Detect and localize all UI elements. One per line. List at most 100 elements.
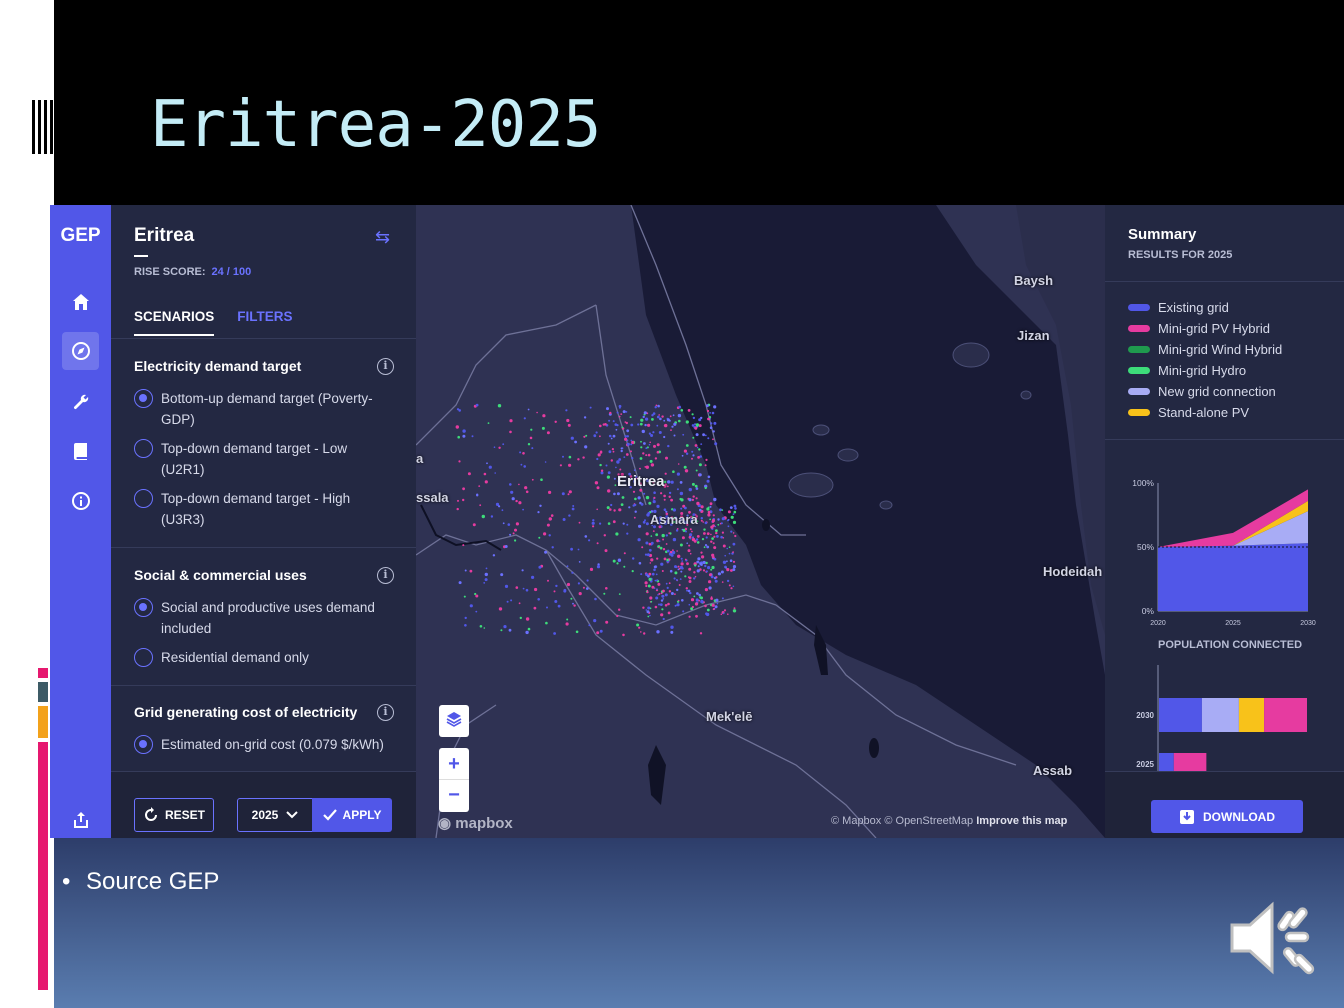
settlement-dot <box>675 579 678 581</box>
settlement-dot <box>501 509 504 512</box>
settlement-dot <box>721 597 724 600</box>
y-tick-label: 50% <box>1137 542 1154 552</box>
radio-option[interactable]: Top-down demand target - High (U3R3) <box>134 488 394 530</box>
layers-button[interactable] <box>439 705 469 737</box>
settlement-dot <box>652 500 656 504</box>
settlement-dot <box>658 592 661 595</box>
tab-filters[interactable]: FILTERS <box>237 309 292 336</box>
settlement-dot <box>593 434 597 438</box>
settlement-dot <box>657 582 661 586</box>
radio-button-selected[interactable] <box>134 735 153 754</box>
settlement-dot <box>484 480 488 484</box>
settlement-dot <box>640 446 643 449</box>
tab-scenarios[interactable]: SCENARIOS <box>134 309 215 336</box>
settlement-dot <box>616 614 619 618</box>
swap-country-icon[interactable]: ⇆ <box>375 227 390 248</box>
settlement-dot <box>612 434 616 438</box>
gep-logo[interactable]: GEP <box>50 225 111 247</box>
settlement-dot <box>637 538 641 542</box>
year-select[interactable]: 2025 <box>237 798 313 832</box>
info-icon[interactable]: i <box>377 704 394 721</box>
radio-option[interactable]: Residential demand only <box>134 647 394 668</box>
share-icon[interactable] <box>62 801 99 838</box>
info-icon[interactable]: i <box>377 358 394 375</box>
settlement-dot <box>616 411 619 414</box>
panel-footer: RESET 2025 APPLY <box>111 771 416 838</box>
settlement-dot <box>645 447 648 450</box>
zoom-in-button[interactable]: + <box>439 748 469 780</box>
settlement-dot <box>659 603 663 606</box>
accent-bar-teal <box>38 682 48 702</box>
home-icon[interactable] <box>62 283 99 321</box>
settlement-dot <box>720 535 723 539</box>
radio-button[interactable] <box>134 648 153 667</box>
settlement-dot <box>664 604 668 607</box>
settlement-dot <box>678 584 681 586</box>
zoom-out-button[interactable]: − <box>439 780 469 812</box>
improve-map-link[interactable]: Improve this map <box>976 815 1067 827</box>
settlement-dot <box>661 594 665 598</box>
settlement-dot <box>675 421 677 424</box>
mapbox-logo[interactable]: ◉ mapbox <box>438 814 513 832</box>
settlement-dot <box>687 409 691 412</box>
layers-icon <box>446 712 462 727</box>
settlement-dot <box>732 513 735 515</box>
settlement-dot <box>676 588 679 592</box>
settlement-dot <box>708 586 712 590</box>
reset-button[interactable]: RESET <box>134 798 214 832</box>
settlement-dot <box>520 463 523 466</box>
radio-button-selected[interactable] <box>134 389 153 408</box>
info-icon[interactable]: i <box>377 567 394 584</box>
download-button[interactable]: DOWNLOAD <box>1151 800 1303 833</box>
map-attribution: © Mapbox © OpenStreetMap Improve this ma… <box>831 815 1067 827</box>
wrench-icon[interactable] <box>62 383 99 421</box>
settlement-dot <box>476 494 479 497</box>
settlement-dot <box>638 626 641 629</box>
settlement-dot <box>730 587 733 590</box>
settlement-dot <box>716 602 719 605</box>
settlement-dot <box>726 568 730 572</box>
settlement-dot <box>504 545 508 548</box>
legend-swatch <box>1128 409 1150 416</box>
settlement-dot <box>658 603 660 606</box>
radio-option[interactable]: Bottom-up demand target (Poverty-GDP) <box>134 388 394 430</box>
settlement-dot <box>483 472 487 476</box>
radio-option[interactable]: Social and productive uses demand includ… <box>134 597 394 639</box>
settlement-dot <box>700 599 704 604</box>
settlement-dot <box>643 411 647 415</box>
info-icon[interactable] <box>62 482 99 520</box>
settlement-dot <box>586 587 589 590</box>
attribution-text[interactable]: © Mapbox © OpenStreetMap <box>831 815 973 827</box>
map-view[interactable]: Baysh Jizan Eritrea Asmara Hodeidah Mek'… <box>416 205 1105 838</box>
settlement-dot <box>462 544 465 547</box>
settlement-dot <box>626 532 629 535</box>
compass-icon[interactable] <box>62 332 99 370</box>
radio-option[interactable]: Estimated on-grid cost (0.079 $/kWh) <box>134 734 394 755</box>
settlement-dot <box>663 435 666 439</box>
legend-swatch <box>1128 388 1150 395</box>
book-icon[interactable] <box>62 432 99 470</box>
settlement-dot <box>525 490 529 494</box>
settlement-dot <box>566 582 571 587</box>
radio-option[interactable]: Top-down demand target - Low (U2R1) <box>134 438 394 480</box>
accent-bar-pink <box>38 668 48 678</box>
radio-button-selected[interactable] <box>134 598 153 617</box>
radio-button[interactable] <box>134 439 153 458</box>
settlement-dot <box>527 627 531 631</box>
radio-button[interactable] <box>134 489 153 508</box>
apply-button[interactable]: APPLY <box>312 798 392 832</box>
settlement-dot <box>610 459 613 462</box>
settlement-dot <box>640 503 644 506</box>
settlement-dot <box>648 542 652 546</box>
settlement-dot <box>654 406 657 409</box>
divider <box>111 338 416 339</box>
settlement-dot <box>690 607 693 611</box>
settlement-dot <box>732 609 737 613</box>
speaker-icon[interactable] <box>1228 895 1320 981</box>
legend-label: New grid connection <box>1158 384 1276 399</box>
legend-swatch <box>1128 325 1150 332</box>
settlement-dot <box>692 536 694 539</box>
title-underline <box>134 255 148 257</box>
summary-subtitle: RESULTS FOR 2025 <box>1128 249 1233 261</box>
settlement-dot <box>649 459 653 463</box>
